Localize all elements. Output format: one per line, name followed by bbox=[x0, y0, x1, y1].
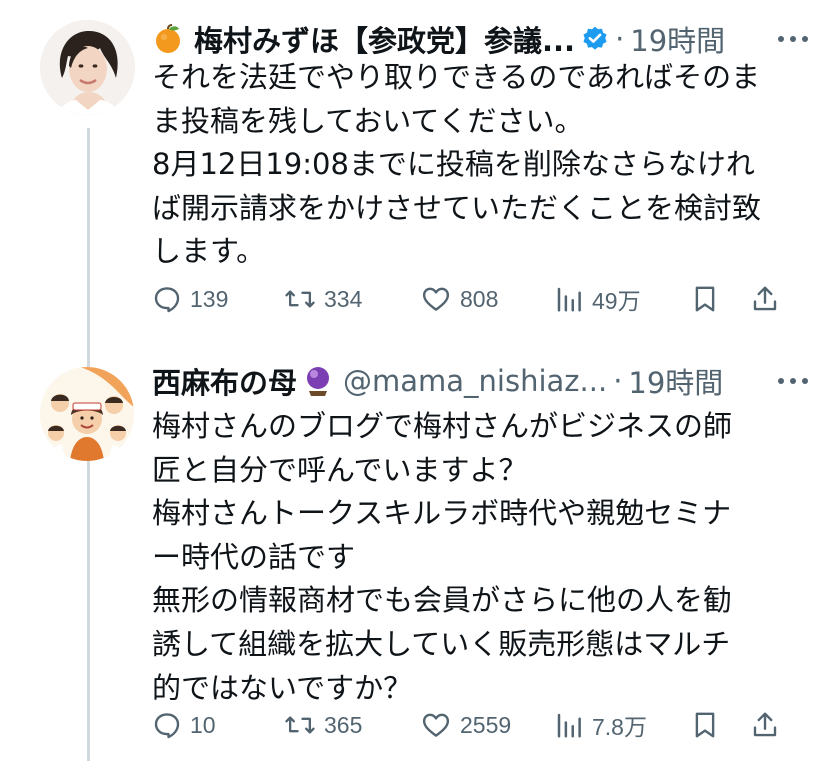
share-icon bbox=[753, 712, 777, 737]
reply-icon bbox=[154, 287, 180, 313]
like-button[interactable]: 808 bbox=[420, 279, 498, 319]
handle[interactable]: @mama_nishiaz... bbox=[343, 364, 607, 398]
repost-count: 334 bbox=[324, 285, 363, 312]
tweet-text: 梅村さんのブログで梅村さんがビジネスの師 匠と自分で呼んでいますよ？ 梅村さんト… bbox=[152, 405, 802, 710]
like-count: 2559 bbox=[460, 711, 512, 738]
separator-dot: · bbox=[615, 22, 625, 56]
tweet-text-line: それを法廷でやり取りできるのであればそのま bbox=[152, 60, 761, 94]
avatar[interactable] bbox=[40, 20, 135, 115]
verified-badge-icon bbox=[583, 26, 607, 50]
repost-icon bbox=[285, 716, 315, 734]
like-icon bbox=[422, 287, 450, 311]
crystal-ball-emoji-icon bbox=[307, 367, 330, 396]
repost-button[interactable]: 334 bbox=[284, 279, 362, 319]
bookmark-button[interactable] bbox=[690, 705, 720, 745]
tweet-text-line: 梅村さんトークスキルラボ時代や親勉セミナ bbox=[152, 496, 732, 531]
reply-icon bbox=[154, 713, 180, 739]
bookmark-icon bbox=[695, 712, 715, 738]
reply-count: 139 bbox=[190, 285, 229, 312]
repost-button[interactable]: 365 bbox=[284, 705, 362, 745]
tweet-text-line: ば開示請求をかけさせていただくことを検討致 bbox=[152, 190, 762, 225]
separator-dot: · bbox=[613, 364, 623, 398]
tweet-text-line: 無形の情報商材でも会員がさらに他の人を勧 bbox=[152, 583, 733, 618]
action-bar: 139 334 808 49万 bbox=[152, 279, 792, 319]
action-bar: 10 365 2559 7.8万 bbox=[152, 705, 792, 745]
tweet-text-line: 梅村さんのブログで梅村さんがビジネスの師 bbox=[152, 409, 733, 443]
tweet-text-line: ー時代の話です bbox=[152, 539, 356, 574]
bookmark-icon bbox=[695, 286, 715, 312]
views-icon bbox=[557, 287, 581, 312]
like-count: 808 bbox=[460, 285, 499, 312]
avatar[interactable] bbox=[40, 367, 134, 461]
tweet-text-line: 的ではないですか？ bbox=[152, 670, 413, 705]
tweet-text: それを法廷でやり取りできるのであればそのま ま投稿を残しておいてください。 8月… bbox=[152, 56, 802, 274]
tweet-text-line: ま投稿を残しておいてください。 bbox=[152, 103, 584, 138]
tweet-text-line: します。 bbox=[152, 234, 266, 269]
display-name[interactable]: 梅村みずほ【参政党】参議... bbox=[194, 18, 575, 60]
orange-emoji-icon bbox=[156, 24, 180, 53]
tweet-header: 西麻布の母 @mama_nishiaz... · 19時間 bbox=[152, 358, 808, 404]
views-button[interactable]: 7.8万 bbox=[554, 705, 647, 745]
more-icon[interactable] bbox=[778, 358, 808, 404]
like-icon bbox=[422, 713, 450, 737]
tweet-text-line: 匠と自分で呼んでいますよ？ bbox=[152, 452, 528, 487]
timestamp[interactable]: 19時間 bbox=[630, 18, 725, 60]
bookmark-button[interactable] bbox=[690, 279, 720, 319]
views-icon bbox=[557, 713, 581, 738]
tweet-text-line: 8月12日19:08までに投稿を削除なさらなけれ bbox=[152, 147, 755, 182]
repost-count: 365 bbox=[324, 711, 363, 738]
like-button[interactable]: 2559 bbox=[420, 705, 511, 745]
tweet-text-line: 誘して組織を拡大していく販売形態はマルチ bbox=[152, 626, 731, 661]
views-button[interactable]: 49万 bbox=[554, 279, 641, 319]
reply-button[interactable]: 10 bbox=[152, 705, 216, 745]
share-icon bbox=[753, 286, 777, 311]
share-button[interactable] bbox=[750, 279, 780, 319]
share-button[interactable] bbox=[750, 705, 780, 745]
reply-count: 10 bbox=[190, 711, 216, 738]
reply-button[interactable]: 139 bbox=[152, 279, 228, 319]
view-count: 7.8万 bbox=[592, 714, 647, 740]
timestamp[interactable]: 19時間 bbox=[628, 360, 723, 402]
view-count: 49万 bbox=[592, 288, 641, 314]
repost-icon bbox=[285, 290, 315, 308]
display-name[interactable]: 西麻布の母 bbox=[152, 360, 297, 402]
